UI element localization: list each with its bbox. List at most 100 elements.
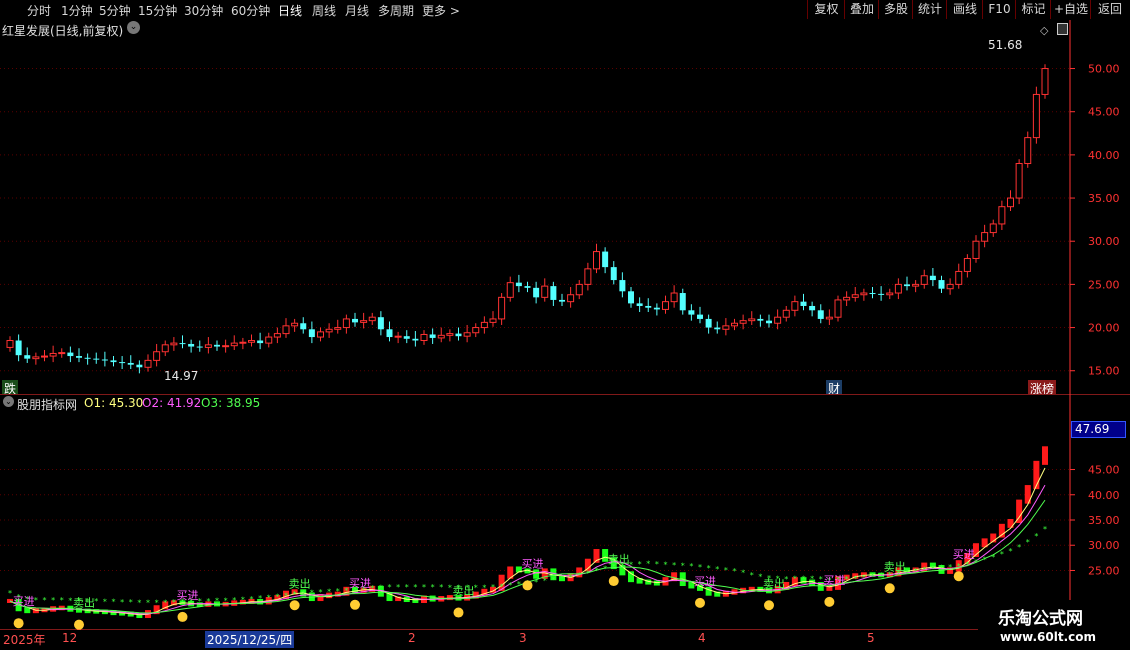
support-dot: * <box>68 596 72 605</box>
candle-body <box>446 333 454 336</box>
restore-rights-button[interactable]: 复权 <box>807 0 845 19</box>
candle-body <box>989 223 997 234</box>
money-bag-icon <box>522 580 533 591</box>
candle-body <box>619 280 626 292</box>
money-bag-icon <box>350 599 360 610</box>
support-dot: * <box>733 567 737 576</box>
support-dot: * <box>698 563 702 572</box>
support-dot: * <box>43 596 47 605</box>
period-tab-multi[interactable]: 多周期 <box>378 2 414 19</box>
indicator-chart[interactable]: 25.00 30.00 35.00 40.00 45.00 * * * * * * * * * * * * * *… <box>0 394 1130 630</box>
support-dot: * <box>250 595 254 604</box>
candle-body <box>972 240 980 259</box>
window-toggle-icon[interactable] <box>1057 23 1068 35</box>
support-dot: * <box>948 563 952 572</box>
period-tab-weekly[interactable]: 周线 <box>312 2 336 19</box>
candle-body <box>101 359 108 361</box>
support-dot: * <box>595 566 599 575</box>
multi-stock-button[interactable]: 多股 <box>878 0 913 19</box>
period-tab-more[interactable]: 更多 > <box>422 2 460 19</box>
support-dot: * <box>638 560 642 569</box>
money-bag-icon <box>177 611 188 622</box>
candle-body <box>929 275 936 281</box>
support-dot: * <box>543 577 547 586</box>
candle-body <box>1007 197 1014 208</box>
support-dot: * <box>413 583 417 592</box>
support-dot: * <box>1009 547 1013 556</box>
support-dot: * <box>560 574 564 583</box>
candle-body <box>394 335 402 338</box>
back-button[interactable]: 返回 <box>1090 0 1129 19</box>
support-dot: * <box>715 565 719 574</box>
support-dot: * <box>750 571 754 580</box>
price-tick-label: 45.00 <box>1088 106 1120 119</box>
o2-label: O2: 41.92 <box>142 396 202 410</box>
period-tab-fenshi[interactable]: 分时 <box>27 2 51 19</box>
candle-body <box>584 268 592 285</box>
candle-body <box>196 346 203 348</box>
support-dot: * <box>810 575 814 584</box>
candle-body <box>41 355 48 358</box>
buy-signal: 买进 <box>823 574 845 587</box>
candle-body <box>894 283 902 294</box>
price-tick-label: 30.00 <box>1088 235 1120 248</box>
candle-body <box>739 320 747 324</box>
candle-body <box>645 305 652 308</box>
support-dot: * <box>431 583 435 592</box>
statistics-button[interactable]: 统计 <box>912 0 947 19</box>
period-tab-30min[interactable]: 30分钟 <box>184 2 223 19</box>
draw-line-button[interactable]: 画线 <box>946 0 983 19</box>
period-tab-15min[interactable]: 15分钟 <box>138 2 177 19</box>
candle-body <box>230 342 238 347</box>
f10-button[interactable]: F10 <box>982 0 1016 19</box>
period-tab-monthly[interactable]: 月线 <box>345 2 369 19</box>
support-dot: * <box>215 597 219 606</box>
candle-body <box>748 318 756 322</box>
period-tab-5min[interactable]: 5分钟 <box>99 2 131 19</box>
candle-body <box>731 322 738 327</box>
price-candlestick-chart[interactable]: 15.00 20.00 25.00 30.00 35.00 40.00 45.00 50.00 <box>0 20 1130 394</box>
add-watchlist-button[interactable]: +自选 <box>1050 0 1091 19</box>
time-label-feb: 2 <box>408 631 416 645</box>
chart-menu-chevron-icon[interactable]: ⌄ <box>127 21 140 34</box>
watermark: 乐淘公式网 www.60lt.com <box>978 600 1130 650</box>
mark-button[interactable]: 标记 <box>1015 0 1051 19</box>
support-dot: * <box>1026 538 1030 547</box>
watermark-title: 乐淘公式网 <box>998 609 1083 629</box>
buy-signal: 买进 <box>13 595 35 608</box>
o1-label: O1: 45.30 <box>84 396 144 410</box>
support-dot: * <box>508 581 512 590</box>
support-dot: * <box>603 564 607 573</box>
candle-body <box>1041 68 1049 95</box>
indicator-title: 股朋指标网 <box>17 398 78 412</box>
period-tab-1min[interactable]: 1分钟 <box>61 2 93 19</box>
support-dot: * <box>500 582 504 591</box>
candle-body <box>670 292 678 303</box>
overlay-button[interactable]: 叠加 <box>844 0 879 19</box>
sell-signal: 卖出 <box>289 576 311 590</box>
candle-body <box>809 305 816 311</box>
candle-body <box>93 358 100 360</box>
period-tab-daily[interactable]: 日线 <box>278 2 302 19</box>
candle-body <box>782 309 790 318</box>
support-dot: * <box>448 584 452 593</box>
money-bag-icon <box>953 571 964 582</box>
money-bag-icon <box>884 583 895 594</box>
indicator-tick-label: 25.00 <box>1088 564 1120 577</box>
candle-body <box>946 283 954 290</box>
support-dot: * <box>672 561 676 570</box>
candle-body <box>472 327 480 334</box>
candle-body <box>119 362 126 364</box>
support-dot: * <box>172 598 176 607</box>
indicator-tick-label: 30.00 <box>1088 539 1120 552</box>
diamond-marker-icon[interactable]: ◇ <box>1040 24 1048 37</box>
money-bag-icon <box>74 619 84 630</box>
time-label-mar: 3 <box>519 631 527 645</box>
price-tick-label: 20.00 <box>1088 322 1120 335</box>
indicator-menu-chevron-icon[interactable]: ⌄ <box>3 396 14 407</box>
time-axis: 2025年 12 2025/12/25/四 2 3 4 5 <box>0 630 1070 650</box>
period-tab-60min[interactable]: 60分钟 <box>231 2 270 19</box>
support-dot: * <box>206 597 210 606</box>
price-tick-label: 25.00 <box>1088 278 1120 291</box>
period-toolbar: 分时 1分钟 5分钟 15分钟 30分钟 60分钟 日线 周线 月线 多周期 更… <box>0 0 1130 21</box>
